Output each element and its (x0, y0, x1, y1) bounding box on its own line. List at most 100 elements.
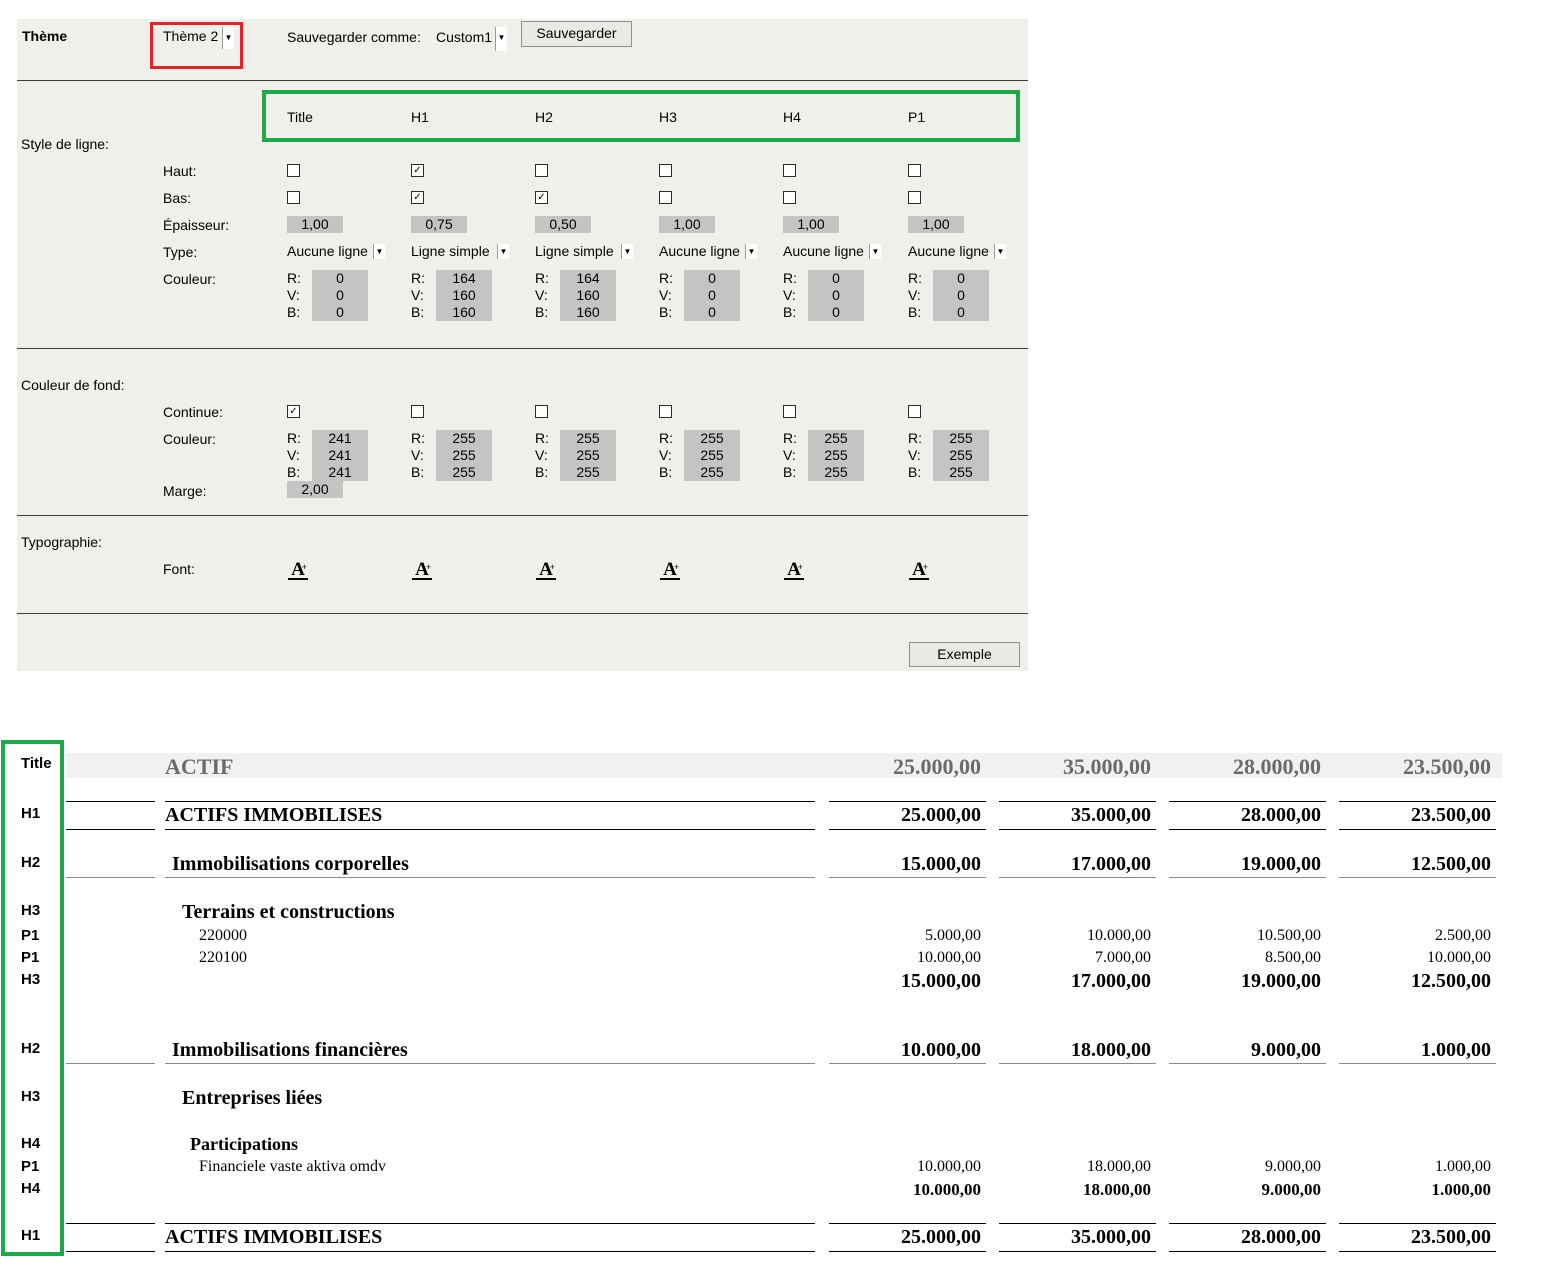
rgb-v-value[interactable]: 255 (436, 447, 492, 464)
rgb-component-label: V: (783, 287, 796, 303)
rgb-input-group[interactable]: 255 255 255 (684, 430, 740, 481)
rgb-input-group[interactable]: 000 (684, 270, 740, 321)
rgb-b-value[interactable]: 0 (312, 304, 368, 321)
thickness-input[interactable]: 1,00 (908, 216, 964, 233)
rgb-b-value[interactable]: 0 (808, 304, 864, 321)
bottom-border-checkbox[interactable] (287, 191, 300, 204)
rgb-b-value[interactable]: 0 (933, 304, 989, 321)
rgb-b-value[interactable]: 255 (684, 464, 740, 481)
top-border-checkbox[interactable] (287, 164, 300, 177)
rgb-r-value[interactable]: 0 (933, 270, 989, 287)
rgb-r-value[interactable]: 164 (436, 270, 492, 287)
rgb-v-value[interactable]: 241 (312, 447, 368, 464)
rgb-component-label: B: (535, 464, 549, 480)
rgb-v-value[interactable]: 0 (684, 287, 740, 304)
top-border-checkbox[interactable]: ✓ (411, 164, 424, 177)
rgb-b-value[interactable]: 241 (312, 464, 368, 481)
rgb-r-value[interactable]: 255 (436, 430, 492, 447)
continuous-checkbox[interactable]: ✓ (287, 405, 300, 418)
font-picker-icon[interactable]: A + (909, 560, 929, 580)
rgb-component-label: R: (535, 430, 549, 446)
rgb-b-value[interactable]: 255 (436, 464, 492, 481)
thickness-input[interactable]: 1,00 (783, 216, 839, 233)
rgb-input-group[interactable]: 164 160 160 (436, 270, 492, 321)
divider (17, 613, 1028, 614)
rgb-v-value[interactable]: 0 (312, 287, 368, 304)
top-border-checkbox[interactable] (659, 164, 672, 177)
thickness-input[interactable]: 1,00 (287, 216, 343, 233)
thickness-input[interactable]: 0,50 (535, 216, 591, 233)
rgb-input-group[interactable]: 255 255 255 (560, 430, 616, 481)
row-value: 10.000,00 (917, 949, 981, 966)
rgb-b-value[interactable]: 255 (560, 464, 616, 481)
row-value: 19.000,00 (1241, 853, 1321, 875)
rgb-r-value[interactable]: 0 (808, 270, 864, 287)
rgb-component-label: V: (908, 287, 921, 303)
rgb-v-value[interactable]: 255 (684, 447, 740, 464)
margin-input[interactable]: 2,00 (287, 481, 343, 498)
rgb-input-group[interactable]: 000 (933, 270, 989, 321)
rgb-v-value[interactable]: 255 (808, 447, 864, 464)
rgb-b-value[interactable]: 160 (560, 304, 616, 321)
continuous-checkbox[interactable] (535, 405, 548, 418)
font-picker-icon[interactable]: A + (784, 560, 804, 580)
bottom-border-checkbox[interactable]: ✓ (411, 191, 424, 204)
row-top-border (1339, 801, 1496, 802)
rgb-r-value[interactable]: 255 (933, 430, 989, 447)
top-border-checkbox[interactable] (535, 164, 548, 177)
rgb-b-value[interactable]: 255 (808, 464, 864, 481)
rgb-r-value[interactable]: 0 (684, 270, 740, 287)
bottom-border-checkbox[interactable]: ✓ (535, 191, 548, 204)
continuous-checkbox[interactable] (659, 405, 672, 418)
rgb-b-value[interactable]: 255 (933, 464, 989, 481)
rgb-input-group[interactable]: 255 255 255 (933, 430, 989, 481)
column-header-h2: H2 (535, 109, 553, 125)
row-bottom-border (829, 829, 986, 830)
bottom-border-checkbox[interactable] (908, 191, 921, 204)
rgb-v-value[interactable]: 255 (560, 447, 616, 464)
continuous-checkbox[interactable] (908, 405, 921, 418)
row-label: Participations (190, 1134, 298, 1154)
rgb-r-value[interactable]: 241 (312, 430, 368, 447)
rgb-v-value[interactable]: 0 (933, 287, 989, 304)
top-border-checkbox[interactable] (783, 164, 796, 177)
rgb-b-value[interactable]: 0 (684, 304, 740, 321)
chevron-down-icon: ▼ (869, 244, 881, 259)
thickness-input[interactable]: 1,00 (659, 216, 715, 233)
rgb-r-value[interactable]: 255 (560, 430, 616, 447)
thickness-input[interactable]: 0,75 (411, 216, 467, 233)
example-button[interactable]: Exemple (909, 642, 1020, 667)
rgb-r-value[interactable]: 0 (312, 270, 368, 287)
rgb-input-group[interactable]: 241 241 241 (312, 430, 368, 481)
rgb-input-group[interactable]: 164 160 160 (560, 270, 616, 321)
continuous-checkbox[interactable] (411, 405, 424, 418)
font-plus-mark: + (797, 562, 803, 572)
font-picker-icon[interactable]: A + (536, 560, 556, 580)
save-button[interactable]: Sauvegarder (521, 21, 632, 47)
row-top-border (829, 801, 986, 802)
top-border-checkbox[interactable] (908, 164, 921, 177)
rgb-component-label: R: (908, 270, 922, 286)
rgb-v-value[interactable]: 0 (808, 287, 864, 304)
continuous-checkbox[interactable] (783, 405, 796, 418)
rgb-r-value[interactable]: 255 (808, 430, 864, 447)
row-bottom-border (1169, 1063, 1326, 1064)
rgb-component-label: R: (908, 430, 922, 446)
rgb-v-value[interactable]: 255 (933, 447, 989, 464)
rgb-input-group[interactable]: 000 (312, 270, 368, 321)
rgb-r-value[interactable]: 255 (684, 430, 740, 447)
bottom-border-checkbox[interactable] (659, 191, 672, 204)
rgb-v-value[interactable]: 160 (560, 287, 616, 304)
rgb-input-group[interactable]: 000 (808, 270, 864, 321)
font-picker-icon[interactable]: A + (288, 560, 308, 580)
rgb-r-value[interactable]: 164 (560, 270, 616, 287)
font-picker-icon[interactable]: A + (660, 560, 680, 580)
rgb-input-group[interactable]: 255 255 255 (436, 430, 492, 481)
bottom-border-checkbox[interactable] (783, 191, 796, 204)
rgb-b-value[interactable]: 160 (436, 304, 492, 321)
font-picker-icon[interactable]: A + (412, 560, 432, 580)
rgb-v-value[interactable]: 160 (436, 287, 492, 304)
row-top-border (999, 801, 1156, 802)
save-as-select[interactable]: Custom1 ▼ (436, 25, 508, 51)
rgb-input-group[interactable]: 255 255 255 (808, 430, 864, 481)
